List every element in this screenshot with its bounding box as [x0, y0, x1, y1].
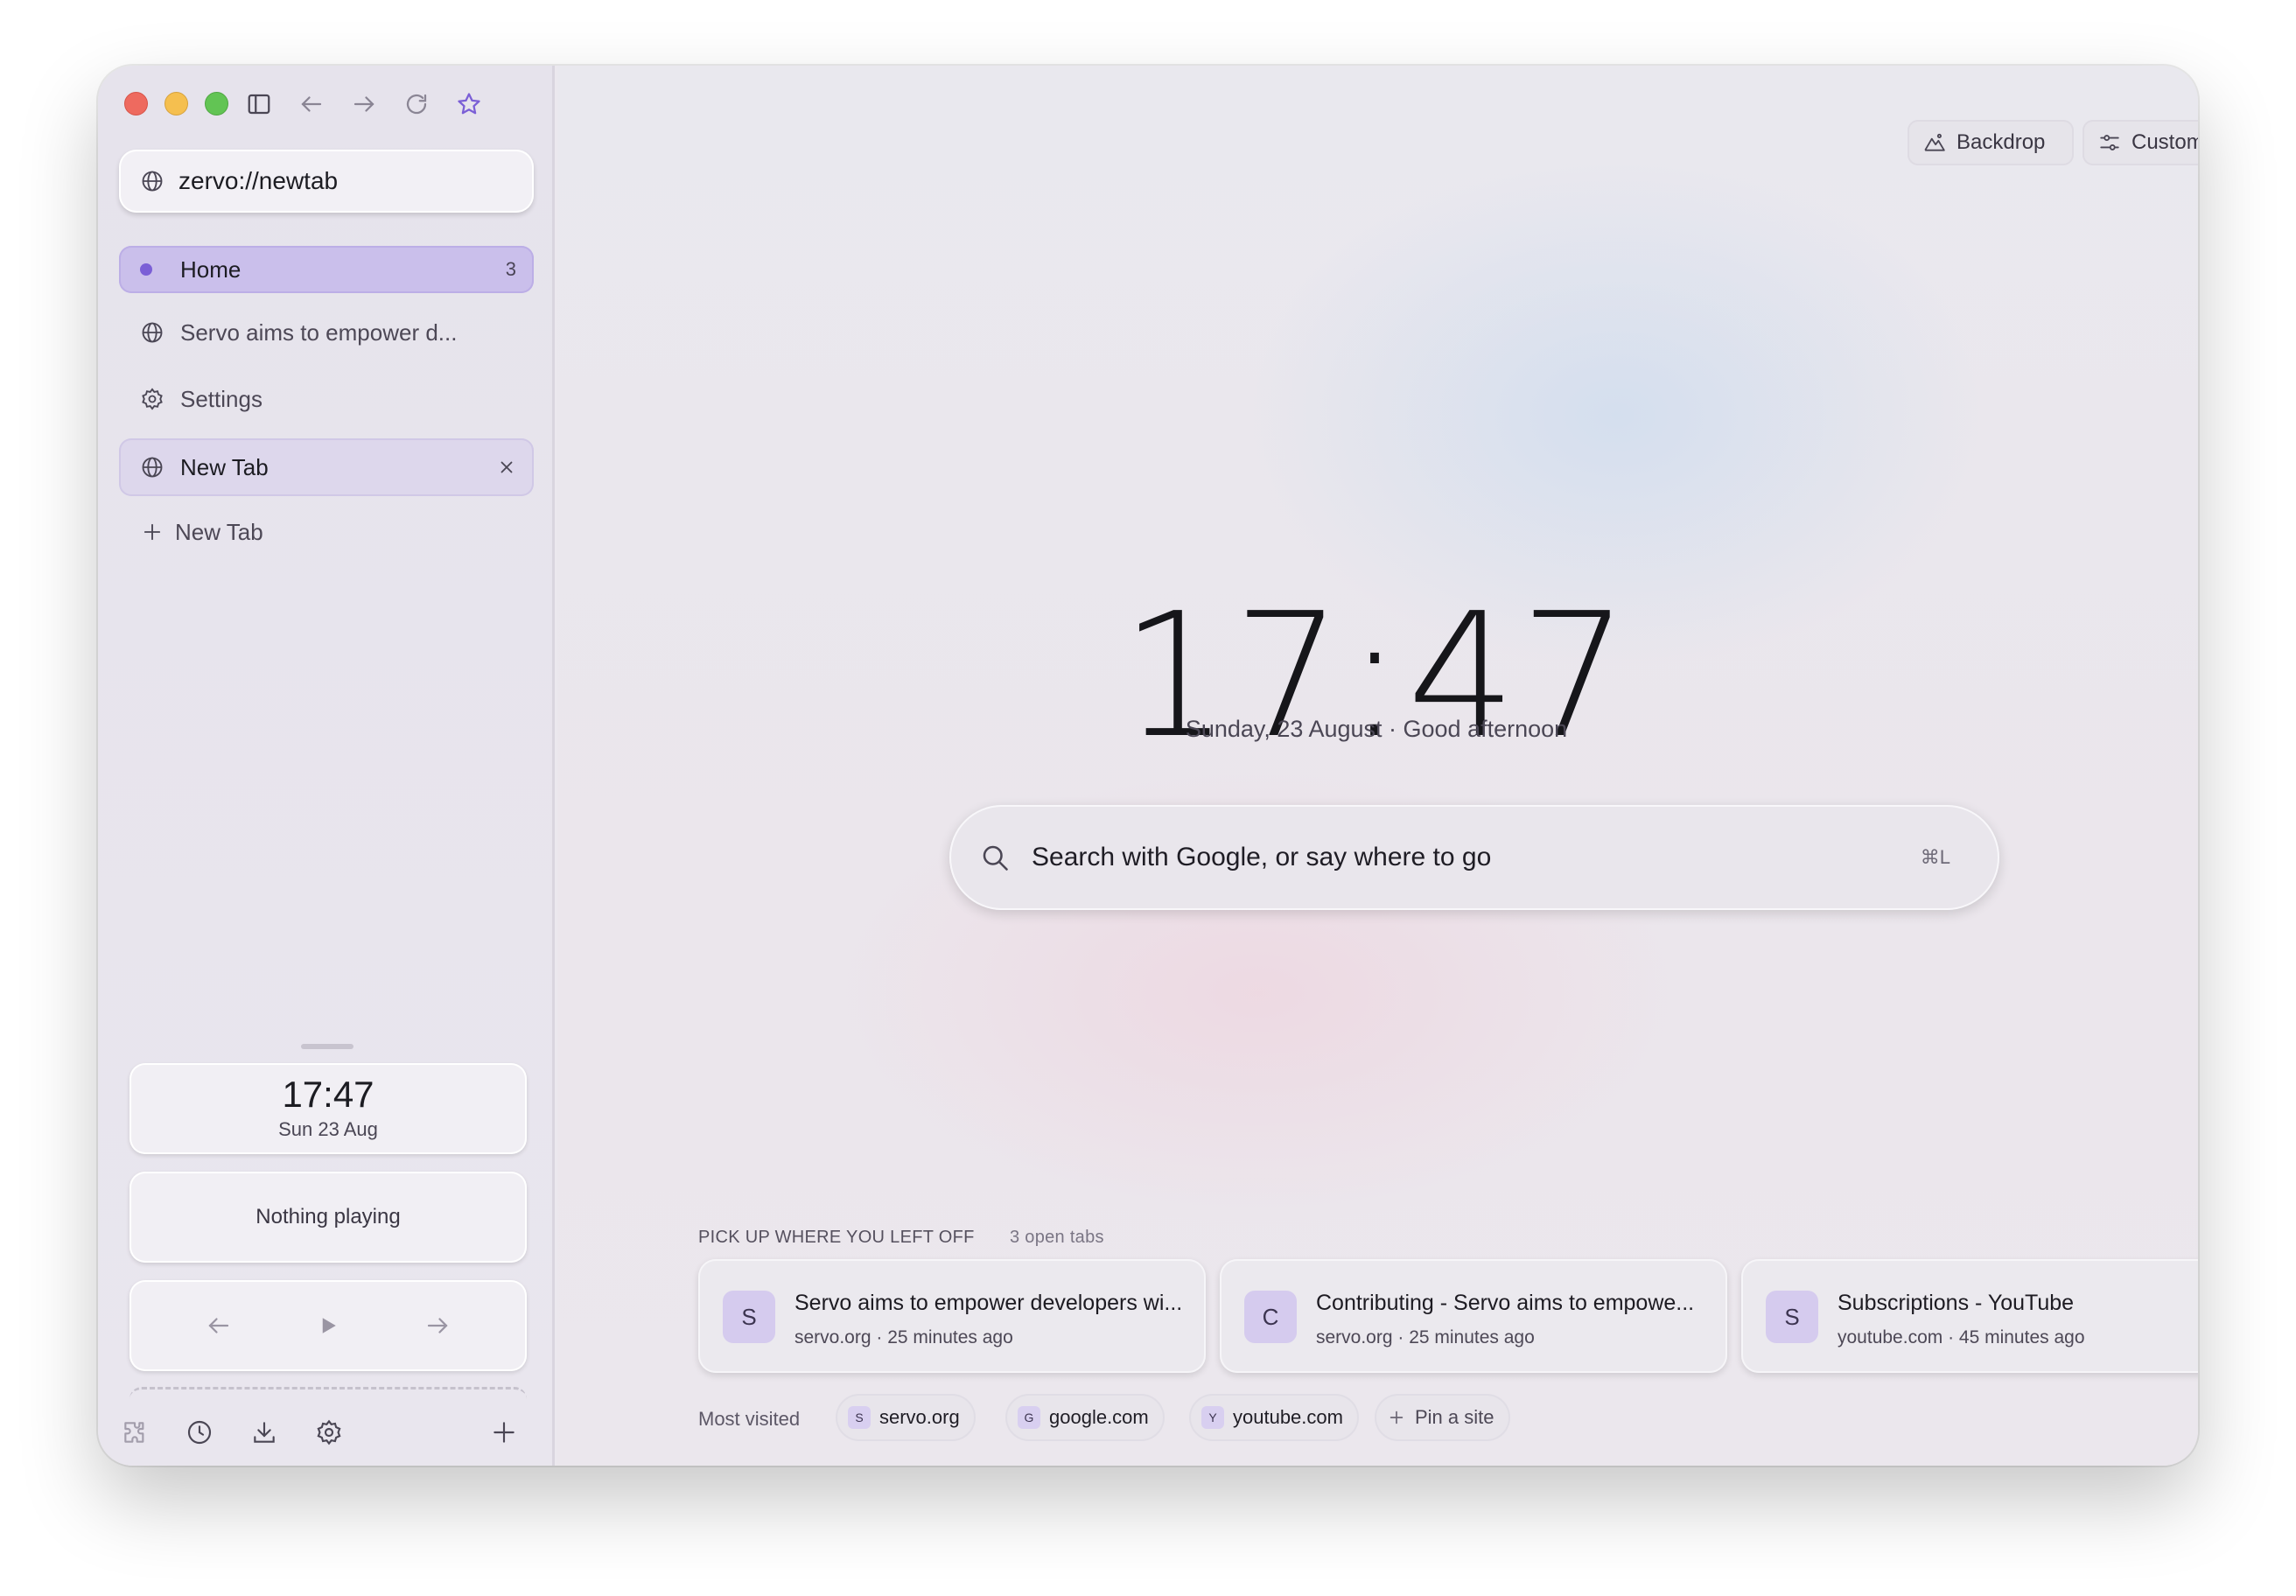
customise-button[interactable]: Customise	[2082, 120, 2198, 165]
most-visited-chip[interactable]: S servo.org	[836, 1394, 976, 1441]
media-controls	[130, 1280, 527, 1371]
recent-tab-card[interactable]: S Subscriptions - YouTube youtube.com · …	[1741, 1259, 2198, 1373]
site-badge: C	[1244, 1291, 1297, 1343]
widget-clock-time: 17:47	[282, 1074, 374, 1115]
tab-label: New Tab	[180, 453, 269, 480]
site-badge: G	[1018, 1406, 1040, 1429]
card-title: Subscriptions - YouTube	[1838, 1291, 2075, 1315]
media-widget: Nothing playing	[130, 1172, 527, 1263]
date-greeting: Sunday, 23 August · Good afternoon	[1185, 716, 1568, 742]
prev-icon[interactable]	[206, 1312, 232, 1339]
title-bar	[116, 85, 536, 120]
site-badge: S	[723, 1291, 775, 1343]
tab-group-label: Home	[180, 256, 242, 283]
address-bar[interactable]: zervo://newtab	[119, 150, 534, 213]
sidebar-bottom-bar	[119, 1413, 534, 1452]
new-tab-label: New Tab	[175, 518, 263, 545]
puzzle-icon[interactable]	[119, 1417, 150, 1448]
most-visited-label: Most visited	[698, 1408, 801, 1430]
mountain-icon	[1924, 133, 1945, 151]
chip-label: youtube.com	[1233, 1406, 1343, 1428]
forward-arrow-icon[interactable]	[350, 90, 378, 118]
tab-label: Servo aims to empower d...	[180, 318, 458, 346]
browser-window: zervo://newtab Home 3 Servo aims to empo…	[98, 66, 2198, 1466]
close-icon[interactable]	[497, 458, 516, 477]
tab-servo[interactable]: Servo aims to empower d...	[119, 309, 534, 356]
history-icon[interactable]	[184, 1417, 215, 1448]
site-badge: S	[848, 1406, 871, 1429]
chip-label: google.com	[1049, 1406, 1149, 1428]
plus-icon	[1390, 1410, 1404, 1424]
sliders-icon	[2100, 135, 2119, 150]
customise-label: Customise	[2132, 130, 2198, 154]
search-box[interactable]: Search with Google, or say where to go ⌘…	[949, 805, 1999, 910]
site-badge: Y	[1201, 1406, 1224, 1429]
globe-icon	[142, 457, 163, 478]
backdrop-button[interactable]: Backdrop	[1908, 120, 2074, 165]
globe-icon	[142, 322, 163, 343]
back-arrow-icon[interactable]	[298, 90, 326, 118]
card-subtitle: servo.org · 25 minutes ago	[794, 1327, 1013, 1348]
backdrop-label: Backdrop	[1956, 130, 2046, 154]
tab-group-count: 3	[505, 258, 516, 280]
play-icon[interactable]	[315, 1312, 341, 1339]
site-badge: S	[1766, 1291, 1818, 1343]
close-window-button[interactable]	[124, 92, 148, 116]
pickup-heading: PICK UP WHERE YOU LEFT OFF	[698, 1228, 975, 1247]
next-icon[interactable]	[424, 1312, 451, 1339]
recent-tab-card[interactable]: C Contributing - Servo aims to empowe...…	[1220, 1259, 1727, 1373]
card-subtitle: servo.org · 25 minutes ago	[1316, 1327, 1535, 1348]
address-text: zervo://newtab	[178, 167, 339, 194]
pin-site-button[interactable]: Pin a site	[1375, 1394, 1510, 1441]
plus-icon[interactable]	[488, 1417, 520, 1448]
pickup-count: 3 open tabs	[1010, 1228, 1104, 1247]
card-subtitle: youtube.com · 45 minutes ago	[1838, 1327, 2085, 1348]
search-shortcut: ⌘L	[1920, 846, 1950, 868]
chip-label: servo.org	[879, 1406, 960, 1428]
gear-icon	[142, 388, 163, 410]
tab-new-tab-active[interactable]: New Tab	[119, 438, 534, 496]
minimize-window-button[interactable]	[164, 92, 188, 116]
zoom-window-button[interactable]	[205, 92, 228, 116]
most-visited-chip[interactable]: G google.com	[1005, 1394, 1165, 1441]
search-icon	[983, 845, 1008, 871]
tab-settings[interactable]: Settings	[119, 375, 534, 423]
group-color-dot	[140, 263, 152, 276]
plus-icon	[144, 523, 161, 541]
widget-drag-handle[interactable]	[301, 1044, 354, 1049]
gear-icon[interactable]	[313, 1417, 345, 1448]
tab-label: Settings	[180, 385, 262, 412]
recent-tab-card[interactable]: S Servo aims to empower developers wi...…	[698, 1259, 1206, 1373]
new-tab-page: Backdrop Customise 17:47 Sunday, 23 Augu…	[557, 66, 2198, 1466]
search-placeholder: Search with Google, or say where to go	[1032, 843, 1492, 872]
sidebar: zervo://newtab Home 3 Servo aims to empo…	[98, 66, 555, 1466]
card-title: Contributing - Servo aims to empowe...	[1316, 1291, 1695, 1315]
sidebar-toggle-icon[interactable]	[245, 90, 273, 118]
globe-icon	[142, 171, 163, 192]
new-tab-button[interactable]: New Tab	[119, 508, 534, 556]
card-title: Servo aims to empower developers wi...	[794, 1291, 1183, 1315]
tab-group-home[interactable]: Home 3	[119, 246, 534, 293]
widget-clock-date: Sun 23 Aug	[278, 1118, 378, 1140]
clock-widget: 17:47 Sun 23 Aug	[130, 1063, 527, 1154]
star-icon[interactable]	[455, 90, 483, 118]
reload-icon[interactable]	[402, 90, 430, 118]
download-icon[interactable]	[248, 1417, 280, 1448]
most-visited-chip[interactable]: Y youtube.com	[1189, 1394, 1359, 1441]
media-status: Nothing playing	[256, 1205, 401, 1228]
widget-drop-zone[interactable]	[130, 1387, 527, 1399]
pin-site-label: Pin a site	[1415, 1406, 1494, 1428]
